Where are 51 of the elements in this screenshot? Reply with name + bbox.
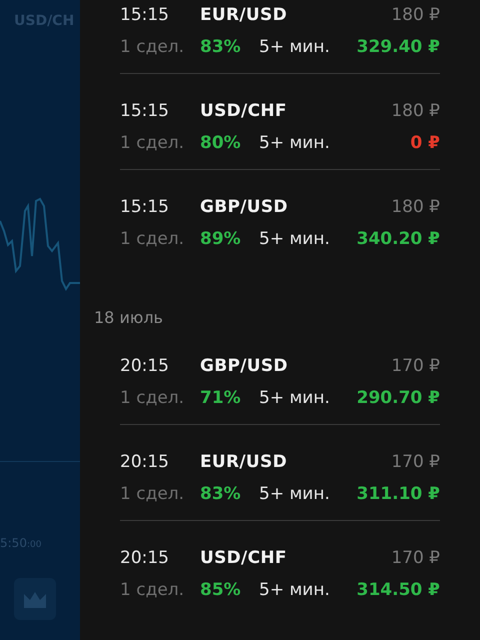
trade-row[interactable]: 15:15 EUR/USD 180 ₽ 1 сдел. 83% 5+ мин. 329.40 ₽ [120,0,440,74]
deal-count: 1 сдел. [120,133,186,153]
result-amount: 340.20 ₽ [356,229,440,249]
trade-time: 20:15 [120,548,170,568]
stake-amount: 180 ₽ [391,5,440,25]
duration: 5+ мин. [259,133,331,153]
duration: 5+ мин. [259,229,331,249]
payout-percent: 80% [200,133,242,153]
currency-pair: EUR/USD [200,5,288,25]
payout-percent: 83% [200,37,242,57]
stake-amount: 170 ₽ [391,548,440,568]
result-amount: 314.50 ₽ [356,580,440,600]
result-amount: 329.40 ₽ [356,37,440,57]
deal-count: 1 сдел. [120,484,186,504]
currency-pair: GBP/USD [200,197,289,217]
duration: 5+ мин. [259,388,331,408]
payout-percent: 89% [200,229,242,249]
currency-pair: USD/CHF [200,101,288,121]
trade-time: 20:15 [120,452,170,472]
trade-time: 15:15 [120,101,170,121]
result-amount: 311.10 ₽ [356,484,440,504]
area-chart-icon [24,590,46,608]
deal-count: 1 сдел. [120,580,186,600]
result-amount: 0 ₽ [410,133,440,153]
chart-type-button[interactable] [14,578,56,620]
date-heading: 18 июль [94,307,164,329]
duration: 5+ мин. [259,484,331,504]
deal-count: 1 сдел. [120,229,186,249]
trade-row[interactable]: 15:15 GBP/USD 180 ₽ 1 сдел. 89% 5+ мин. 340.20 ₽ [120,170,440,265]
currency-pair: USD/CHF [200,548,288,568]
stake-amount: 170 ₽ [391,452,440,472]
trade-row[interactable]: 15:15 USD/CHF 180 ₽ 1 сдел. 80% 5+ мин. 0 ₽ [120,74,440,170]
trade-time: 15:15 [120,197,170,217]
trade-row[interactable]: 20:15 EUR/USD 170 ₽ 1 сдел. 83% 5+ мин. 311.10 ₽ [120,425,440,521]
trade-time: 20:15 [120,356,170,376]
stake-amount: 170 ₽ [391,356,440,376]
deal-count: 1 сдел. [120,388,186,408]
stake-amount: 180 ₽ [391,197,440,217]
duration: 5+ мин. [259,580,331,600]
trade-time: 15:15 [120,5,170,25]
payout-percent: 85% [200,580,242,600]
trade-row[interactable]: 20:15 USD/CHF 170 ₽ 1 сдел. 85% 5+ мин. 314.50 ₽ [120,521,440,616]
payout-percent: 71% [200,388,242,408]
payout-percent: 83% [200,484,242,504]
deal-count: 1 сдел. [120,37,186,57]
trade-row[interactable]: 20:15 GBP/USD 170 ₽ 1 сдел. 71% 5+ мин. 290.70 ₽ [120,329,440,425]
result-amount: 290.70 ₽ [356,388,440,408]
stake-amount: 180 ₽ [391,101,440,121]
duration: 5+ мин. [259,37,331,57]
currency-pair: GBP/USD [200,356,289,376]
currency-pair: EUR/USD [200,452,288,472]
